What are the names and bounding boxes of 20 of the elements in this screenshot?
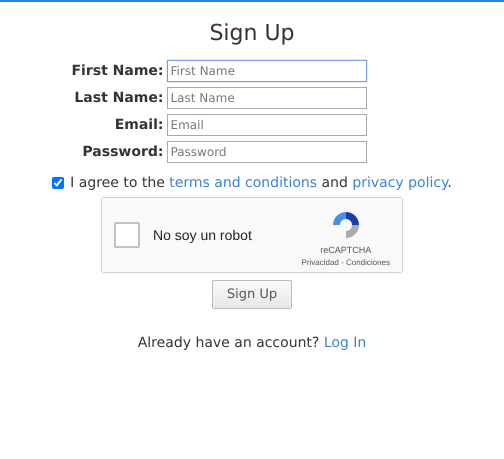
input-field[interactable]: First Name bbox=[166, 60, 366, 82]
field-label: First Name: bbox=[71, 63, 164, 79]
agree-checkbox[interactable] bbox=[52, 177, 64, 189]
privacy-link[interactable]: privacy policy bbox=[352, 175, 448, 191]
input-field[interactable]: Email bbox=[166, 114, 366, 136]
sign-up-button[interactable]: Sign Up bbox=[212, 280, 292, 309]
captcha-brand: reCAPTCHA bbox=[320, 245, 372, 255]
field-label: Password: bbox=[81, 144, 164, 160]
login-prompt: Already have an account? Log In bbox=[138, 335, 366, 351]
field-label: Last Name: bbox=[73, 90, 164, 106]
captcha-label: No soy un robot bbox=[153, 227, 253, 243]
input-field[interactable]: Password bbox=[166, 141, 366, 163]
input-field[interactable]: Last Name bbox=[166, 87, 366, 109]
captcha-checkbox[interactable] bbox=[114, 222, 140, 248]
field-label: Email: bbox=[114, 117, 164, 133]
terms-link[interactable]: terms and conditions bbox=[169, 175, 318, 191]
agree-sentence: I agree to the terms and conditions and privacy policy. bbox=[70, 175, 452, 191]
captcha-links[interactable]: Privacidad - Condiciones bbox=[302, 258, 390, 267]
login-link[interactable]: Log In bbox=[324, 335, 366, 351]
page-title: Sign Up bbox=[209, 21, 295, 46]
